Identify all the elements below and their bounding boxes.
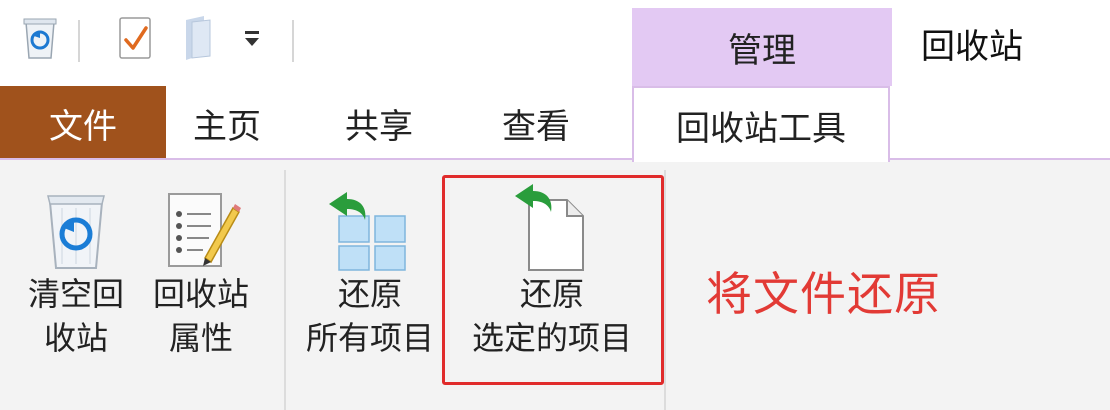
tab-file-label: 文件 bbox=[49, 106, 117, 147]
recycle-bin-properties-label-line2: 属性 bbox=[168, 319, 233, 357]
tab-share[interactable]: 共享 bbox=[318, 86, 440, 160]
restore-all-items-label-line1: 还原 bbox=[337, 275, 402, 313]
ribbon-group-separator bbox=[664, 170, 666, 410]
contextual-tab-header: 管理 bbox=[632, 8, 892, 86]
restore-all-icon bbox=[329, 192, 406, 271]
tab-home-label: 主页 bbox=[193, 106, 261, 147]
empty-recycle-bin-icon bbox=[47, 195, 105, 269]
tab-home[interactable]: 主页 bbox=[168, 86, 286, 160]
recycle-bin-properties-label-line1: 回收站 bbox=[152, 275, 249, 313]
restore-all-items-label-line2: 所有项目 bbox=[305, 319, 434, 357]
recycle-bin-icon[interactable] bbox=[20, 14, 60, 66]
recycle-bin-properties-button[interactable]: 回收站 属性 bbox=[142, 160, 260, 360]
toolbar-separator bbox=[78, 20, 80, 62]
restore-selected-icon bbox=[515, 184, 584, 271]
restore-selected-items-button[interactable]: 还原 选定的项目 bbox=[452, 160, 652, 360]
restore-selected-items-label-line1: 还原 bbox=[519, 275, 584, 313]
recycle-bin-properties-icon bbox=[168, 193, 241, 267]
window-title: 回收站 bbox=[892, 8, 1052, 78]
tab-recycle-bin-tools[interactable]: 回收站工具 bbox=[632, 86, 890, 162]
tab-share-label: 共享 bbox=[345, 106, 413, 147]
ribbon-tab-bar: 文件 主页 共享 查看 回收站工具 bbox=[0, 86, 1110, 162]
tab-view[interactable]: 查看 bbox=[470, 86, 602, 160]
tab-view-label: 查看 bbox=[502, 106, 570, 147]
empty-recycle-bin-label-line2: 收站 bbox=[43, 319, 108, 357]
properties-check-icon[interactable] bbox=[116, 14, 156, 66]
quick-access-toolbar bbox=[0, 0, 632, 86]
restore-selected-items-label-line2: 选定的项目 bbox=[471, 319, 632, 357]
annotation-text: 将文件还原 bbox=[706, 267, 941, 321]
tab-file[interactable]: 文件 bbox=[0, 86, 166, 160]
tab-recycle-bin-tools-label: 回收站工具 bbox=[676, 108, 846, 149]
ribbon-panel: 清空回 收站 回收站 属性 还原 所有项目 还原 选定的项目 bbox=[0, 158, 1110, 410]
window-title-text: 回收站 bbox=[921, 26, 1023, 67]
restore-all-items-button[interactable]: 还原 所有项目 bbox=[296, 160, 444, 360]
customize-dropdown-icon[interactable] bbox=[242, 28, 262, 54]
toolbar-separator bbox=[292, 20, 294, 62]
ribbon-group-separator bbox=[284, 170, 286, 410]
empty-recycle-bin-label-line1: 清空回 bbox=[27, 275, 124, 313]
contextual-header-label: 管理 bbox=[728, 30, 796, 71]
empty-recycle-bin-button[interactable]: 清空回 收站 bbox=[16, 160, 136, 360]
new-folder-icon[interactable] bbox=[180, 14, 216, 66]
